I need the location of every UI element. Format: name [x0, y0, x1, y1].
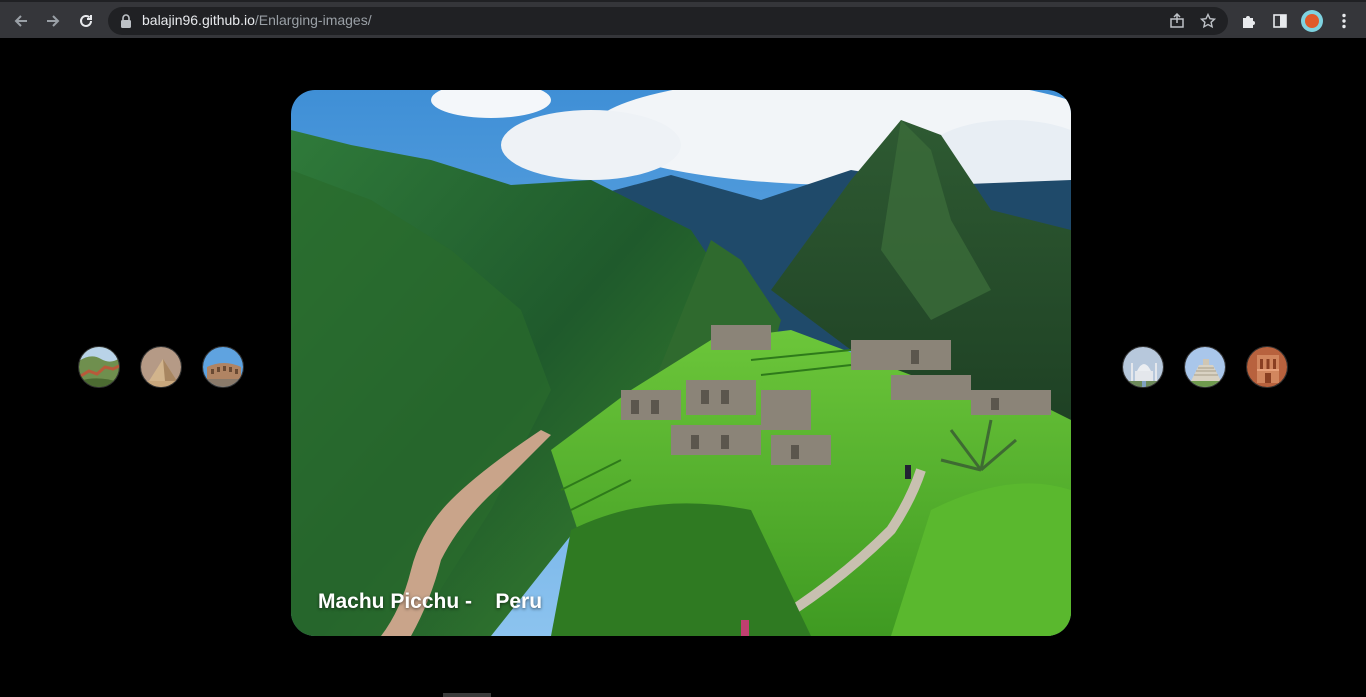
thumb-chichen-itza[interactable] — [1184, 346, 1226, 388]
side-panel-icon[interactable] — [1269, 10, 1291, 32]
main-image[interactable] — [291, 90, 1071, 636]
reload-button[interactable] — [74, 9, 98, 33]
thumb-taj-mahal[interactable] — [1122, 346, 1164, 388]
address-bar[interactable]: balajin96.github.io/Enlarging-images/ — [108, 7, 1228, 35]
taj-mahal-thumbnail-icon — [1123, 347, 1163, 387]
url-path: /Enlarging-images/ — [254, 12, 372, 28]
caption-place: Machu Picchu - — [318, 590, 473, 613]
back-button[interactable] — [9, 9, 33, 33]
colosseum-thumbnail-icon — [203, 347, 243, 387]
url-host: balajin96.github.io — [142, 12, 255, 28]
bookmark-star-icon[interactable] — [1199, 12, 1217, 30]
caption-country: Peru — [495, 590, 543, 613]
forward-button[interactable] — [41, 9, 65, 33]
great-wall-thumbnail-icon — [79, 347, 119, 387]
reload-icon — [80, 14, 92, 27]
back-arrow-icon — [14, 15, 27, 27]
pyramids-thumbnail-icon — [141, 347, 181, 387]
forward-arrow-icon — [47, 15, 60, 27]
petra-thumbnail-icon — [1247, 347, 1287, 387]
extensions-puzzle-icon[interactable] — [1237, 10, 1259, 32]
thumb-pyramids[interactable] — [140, 346, 182, 388]
thumb-petra[interactable] — [1246, 346, 1288, 388]
scroll-indicator — [443, 693, 491, 697]
profile-avatar[interactable] — [1301, 10, 1323, 32]
lock-icon[interactable] — [120, 14, 132, 28]
browser-toolbar: balajin96.github.io/Enlarging-images/ — [0, 0, 1366, 38]
share-icon[interactable] — [1168, 12, 1186, 30]
chichen-itza-thumbnail-icon — [1185, 347, 1225, 387]
image-caption: Machu Picchu - Peru — [318, 590, 542, 614]
url-text[interactable]: balajin96.github.io/Enlarging-images/ — [142, 12, 372, 28]
menu-kebab-icon[interactable] — [1333, 10, 1355, 32]
thumb-great-wall[interactable] — [78, 346, 120, 388]
thumb-colosseum[interactable] — [202, 346, 244, 388]
machu-picchu-image — [291, 90, 1071, 636]
